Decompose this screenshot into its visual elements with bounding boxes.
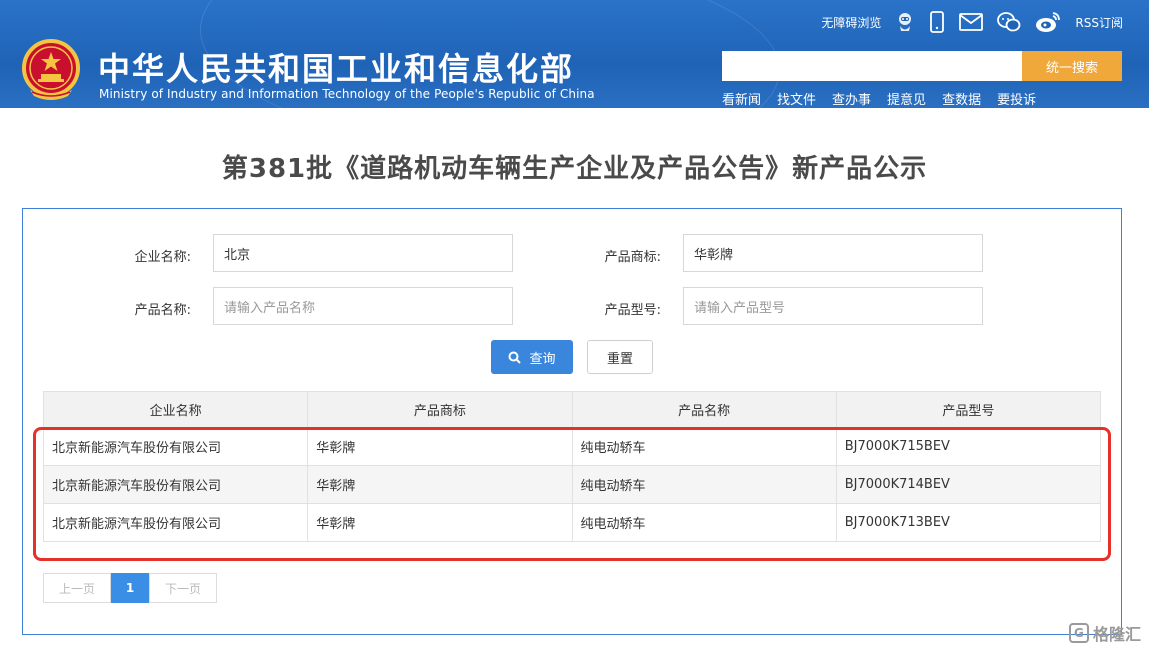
brand-label: 产品商标:: [604, 250, 661, 265]
watermark: G 格隆汇: [1068, 621, 1141, 645]
product-name-input[interactable]: 请输入产品名称: [213, 287, 513, 325]
cell-company: 北京新能源汽车股份有限公司: [42, 465, 309, 504]
company-name-value: 北京: [224, 247, 251, 263]
product-model-label: 产品型号:: [604, 303, 661, 318]
company-name-input[interactable]: 北京: [213, 234, 513, 272]
cell-product: 纯电动轿车: [571, 503, 837, 542]
table-row[interactable]: 北京新能源汽车股份有限公司 华彰牌 纯电动轿车 BJ7000K713BEV: [42, 503, 1102, 542]
cell-brand: 华彰牌: [307, 427, 573, 466]
site-search-input[interactable]: [722, 51, 1022, 81]
table-row[interactable]: 北京新能源汽车股份有限公司 华彰牌 纯电动轿车 BJ7000K714BEV: [42, 465, 1102, 504]
cell-company: 北京新能源汽车股份有限公司: [42, 503, 309, 542]
reset-button[interactable]: 重置: [587, 340, 653, 374]
cell-model: BJ7000K713BEV: [835, 503, 1102, 542]
query-button-label: 查询: [529, 351, 556, 367]
site-header: 中华人民共和国工业和信息化部 Ministry of Industry and …: [0, 0, 1149, 108]
site-subtitle: Ministry of Industry and Information Tec…: [99, 87, 595, 101]
nav-item-services[interactable]: 查办事: [832, 89, 871, 108]
page-title: 第381批《道路机动车辆生产企业及产品公告》新产品公示: [221, 154, 928, 184]
search-icon: [508, 351, 522, 364]
cell-model: BJ7000K714BEV: [835, 465, 1102, 504]
nav-item-complaints[interactable]: 要投诉: [997, 89, 1036, 108]
query-button[interactable]: 查询: [491, 340, 573, 374]
cell-brand: 华彰牌: [307, 465, 573, 504]
nav-item-documents[interactable]: 找文件: [777, 89, 816, 108]
product-name-placeholder: 请输入产品名称: [224, 300, 316, 316]
unified-search-button[interactable]: 统一搜索: [1022, 51, 1122, 81]
watermark-logo-icon: G: [1068, 623, 1089, 643]
site-title[interactable]: 中华人民共和国工业和信息化部: [98, 44, 574, 90]
company-name-label: 企业名称:: [134, 250, 191, 265]
accessibility-link[interactable]: 无障碍浏览: [821, 14, 881, 31]
product-name-label: 产品名称:: [134, 303, 191, 318]
national-emblem-icon[interactable]: [20, 38, 82, 102]
next-page-button[interactable]: 下一页: [149, 573, 217, 603]
rss-link[interactable]: RSS订阅: [1075, 14, 1123, 31]
weibo-icon[interactable]: [1035, 11, 1061, 33]
watermark-text: 格隆汇: [1092, 625, 1141, 644]
table-header-row: 企业名称 产品商标 产品名称 产品型号: [42, 391, 1102, 428]
wechat-icon[interactable]: [997, 11, 1021, 33]
cell-product: 纯电动轿车: [571, 465, 837, 504]
mail-icon[interactable]: [959, 13, 984, 31]
prev-page-button[interactable]: 上一页: [43, 573, 111, 603]
page-number-current[interactable]: 1: [111, 573, 149, 603]
column-header-brand: 产品商标: [307, 391, 573, 428]
nav-item-feedback[interactable]: 提意见: [887, 89, 926, 108]
cell-product: 纯电动轿车: [571, 427, 837, 466]
product-model-input[interactable]: 请输入产品型号: [683, 287, 983, 325]
table-row[interactable]: 北京新能源汽车股份有限公司 华彰牌 纯电动轿车 BJ7000K715BEV: [42, 427, 1102, 466]
column-header-product: 产品名称: [571, 391, 837, 428]
top-links: 无障碍浏览 RSS订阅: [807, 10, 1123, 34]
mobile-icon[interactable]: [929, 11, 945, 33]
product-model-placeholder: 请输入产品型号: [694, 300, 786, 316]
column-header-company: 企业名称: [42, 391, 309, 428]
brand-input[interactable]: 华彰牌: [683, 234, 983, 272]
cell-brand: 华彰牌: [307, 503, 573, 542]
nav-item-news[interactable]: 看新闻: [722, 89, 761, 108]
nav-item-data[interactable]: 查数据: [942, 89, 981, 108]
header-nav: 看新闻 找文件 查办事 提意见 查数据 要投诉: [722, 89, 1052, 108]
brand-value: 华彰牌: [694, 247, 734, 263]
robot-assistant-icon[interactable]: [895, 11, 915, 33]
results-table: 企业名称 产品商标 产品名称 产品型号 北京新能源汽车股份有限公司 华彰牌 纯电…: [42, 391, 1102, 542]
search-panel: 企业名称: 北京 产品商标: 华彰牌 产品名称: 请输入产品名称 产品型号: 请…: [22, 208, 1122, 635]
cell-model: BJ7000K715BEV: [835, 427, 1102, 466]
cell-company: 北京新能源汽车股份有限公司: [42, 427, 309, 466]
pagination: 上一页 1 下一页: [43, 573, 217, 603]
column-header-model: 产品型号: [835, 391, 1102, 428]
